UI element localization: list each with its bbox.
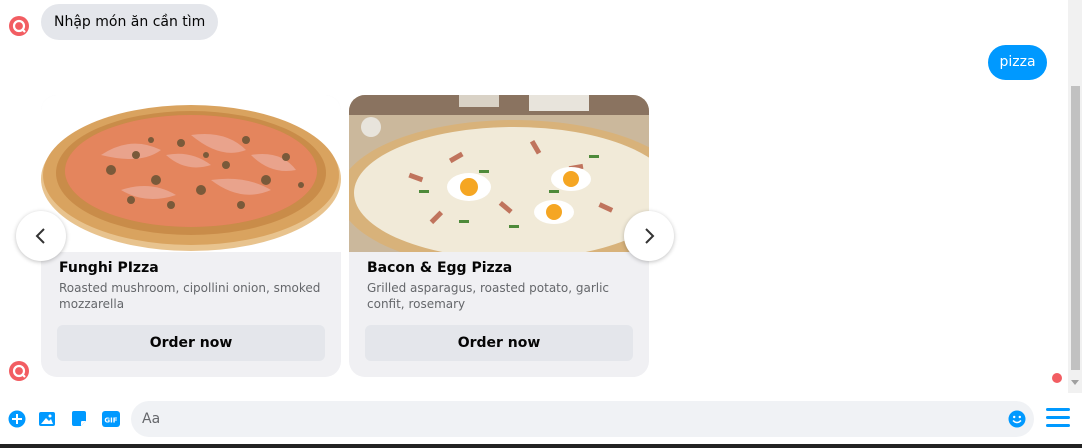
chat-window: Nhập món ăn cần tìm pizza Funghi PIzza R…: [0, 0, 1082, 448]
pizza-image: [349, 95, 649, 252]
scroll-down-arrow-icon[interactable]: [1071, 380, 1079, 385]
sticker-icon[interactable]: [70, 410, 88, 428]
outgoing-message: pizza: [988, 45, 1047, 80]
incoming-message: Nhập món ăn cần tìm: [41, 4, 219, 40]
scrollbar[interactable]: [1068, 0, 1082, 393]
message-input-wrapper: [131, 401, 1034, 437]
order-now-button[interactable]: Order now: [365, 325, 633, 361]
carousel-next-button[interactable]: [624, 211, 674, 261]
card-description: Roasted mushroom, cipollini onion, smoke…: [59, 281, 321, 311]
svg-text:GIF: GIF: [104, 417, 117, 425]
window-bottom-edge: [0, 444, 1082, 448]
emoji-icon[interactable]: [1008, 410, 1026, 428]
message-composer: GIF: [0, 398, 1082, 444]
card-title: Funghi PIzza: [59, 260, 159, 276]
message-input[interactable]: [142, 401, 1002, 437]
card-description: Grilled asparagus, roasted potato, garli…: [367, 281, 610, 311]
hamburger-menu-icon[interactable]: [1046, 408, 1070, 430]
plus-circle-icon[interactable]: [8, 410, 26, 428]
order-now-button[interactable]: Order now: [57, 325, 325, 361]
card-title: Bacon & Egg Pizza: [367, 260, 513, 276]
carousel-prev-button[interactable]: [16, 211, 66, 261]
product-card: Bacon & Egg Pizza Grilled asparagus, roa…: [349, 95, 649, 377]
chevron-left-icon: [35, 228, 45, 244]
bot-avatar: [9, 361, 29, 381]
seen-receipt-avatar: [1052, 373, 1062, 383]
bot-avatar: [9, 16, 29, 36]
photo-icon[interactable]: [38, 410, 56, 428]
bot-logo-icon: [12, 19, 26, 33]
gif-icon[interactable]: GIF: [102, 410, 120, 428]
product-card: Funghi PIzza Roasted mushroom, cipollini…: [41, 95, 341, 377]
scrollbar-thumb[interactable]: [1071, 86, 1080, 370]
chevron-right-icon: [645, 228, 655, 244]
bot-logo-icon: [12, 364, 26, 378]
pizza-image: [41, 95, 341, 252]
